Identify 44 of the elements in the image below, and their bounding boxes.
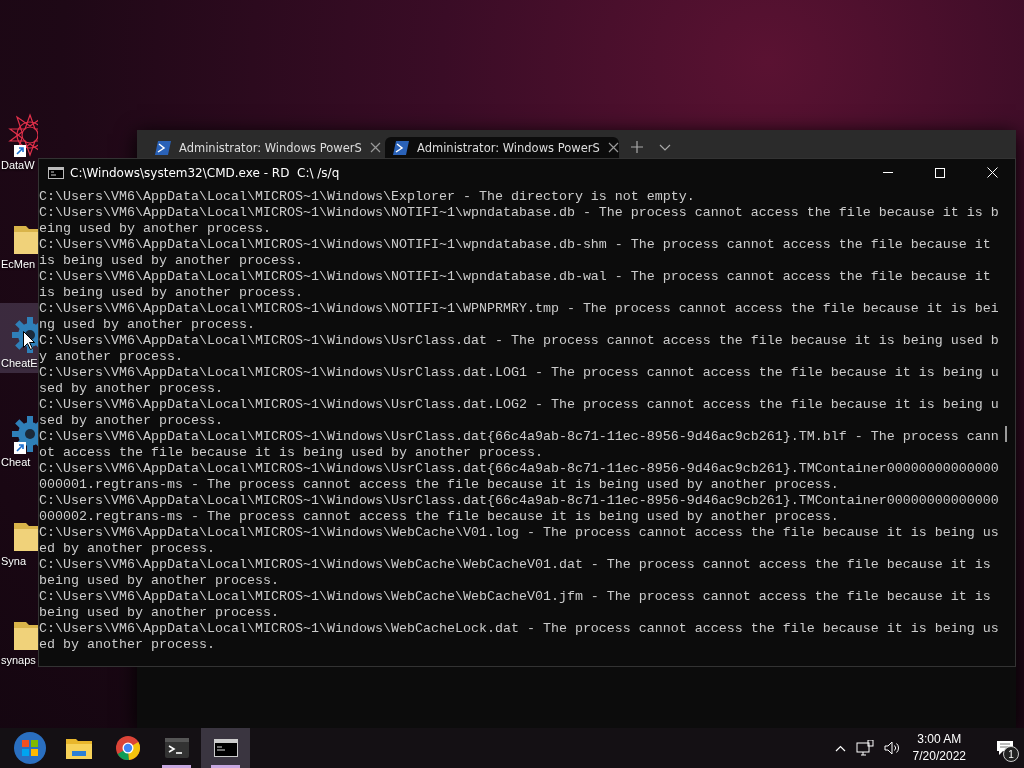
console-line: ed by another process. [39,637,216,653]
console-line: sed by another process. [39,381,224,397]
console-line: C:\Users\VM6\AppData\Local\MICROS~1\Windows\UsrClass.dat.LOG1 - The process cannot access the file because it is being u [39,365,998,381]
desktop-icon-label: synaps [0,653,36,668]
console-line: eing used by another process. [39,221,272,237]
console-line: C:\Users\VM6\AppData\Local\MICROS~1\Windows\WebCache\WebCacheV01.dat - The process cannot access the file because it is [39,557,992,573]
console-line: sed by another process. [39,413,224,429]
clock-time[interactable]: 3:00 AM [917,731,962,748]
console-line: y another process. [39,349,184,365]
console-line: C:\Users\VM6\AppData\Local\MICROS~1\Windows\NOTIFI~1\wpndatabase.db-wal - The process cannot access the file because it [39,269,992,285]
terminal-tab[interactable]: Administrator: Windows PowerS [147,137,381,158]
console-line: C:\Users\VM6\AppData\Local\MICROS~1\Windows\WebCache\V01.log - The process cannot access the file because it is being us [39,525,998,541]
console-line: being used by another process. [39,573,280,589]
tab-title: Administrator: Windows PowerS [179,140,362,155]
desktop-icon-label: CheatE [0,356,38,371]
clock-date[interactable]: 7/20/2022 [912,748,966,765]
console-line: C:\Users\VM6\AppData\Local\MICROS~1\Windows\UsrClass.dat - The process cannot access the file because it is being used b [39,333,998,349]
console-line: ed by another process. [39,541,216,557]
console-line: C:\Users\VM6\AppData\Local\MICROS~1\Windows\Explorer - The directory is not empty. [39,189,696,205]
console-line: C:\Users\VM6\AppData\Local\MICROS~1\Windows\UsrClass.dat.LOG2 - The process cannot access the file because it is being u [39,397,998,413]
desktop-icon-label: Cheat [0,455,31,470]
console-line: C:\Users\VM6\AppData\Local\MICROS~1\Windows\WebCache\WebCacheV01.jfm - The process cannot access the file because it is [39,589,992,605]
desktop-icon[interactable]: DataW [0,105,38,175]
console-line: is being used by another process. [39,253,304,269]
console-line: 000002.regtrans-ms - The process cannot access the file because it is being used by another process. [39,509,840,525]
console-line: C:\Users\VM6\AppData\Local\MICROS~1\Windows\NOTIFI~1\wpndatabase.db-shm - The process cannot access the file because it [39,237,992,253]
notification-badge: 1 [1003,746,1019,762]
console-line: ng used by another process. [39,317,256,333]
terminal-tab[interactable]: Administrator: Windows PowerS [385,137,619,158]
desktop-icon-label: EcMen [0,257,36,272]
console-line: being used by another process. [39,605,280,621]
window-title: C:\Windows\system32\CMD.exe - RD C:\ /s/q [70,165,341,180]
console-line: C:\Users\VM6\AppData\Local\MICROS~1\Windows\WebCacheLock.dat - The process cannot access the file because it is being us [39,621,998,637]
desktop-icon-label: DataW [0,158,35,173]
console-line: C:\Users\VM6\AppData\Local\MICROS~1\Windows\NOTIFI~1\WPNPRMRY.tmp - The process cannot access the file because it is bei [39,301,998,317]
desktop-icon-label: Syna [0,554,27,569]
console-line: is being used by another process. [39,285,304,301]
tab-title: Administrator: Windows PowerS [417,140,600,155]
console-line: C:\Users\VM6\AppData\Local\MICROS~1\Windows\UsrClass.dat{66c4a9ab-8c71-11ec-8956-9d46ac9cb261}.TMContainer00000000000000 [39,493,998,509]
console-line: 000001.regtrans-ms - The process cannot access the file because it is being used by another process. [39,477,840,493]
console-line: C:\Users\VM6\AppData\Local\MICROS~1\Windows\UsrClass.dat{66c4a9ab-8c71-11ec-8956-9d46ac9cb261}.TM.blf - The process cann [39,429,998,445]
console-line: C:\Users\VM6\AppData\Local\MICROS~1\Windows\UsrClass.dat{66c4a9ab-8c71-11ec-8956-9d46ac9cb261}.TMContainer00000000000000 [39,461,998,477]
console-line: ot access the file because it is being used by another process. [39,445,544,461]
console-line: C:\Users\VM6\AppData\Local\MICROS~1\Windows\NOTIFI~1\wpndatabase.db - The process cannot access the file because it is b [39,205,998,221]
